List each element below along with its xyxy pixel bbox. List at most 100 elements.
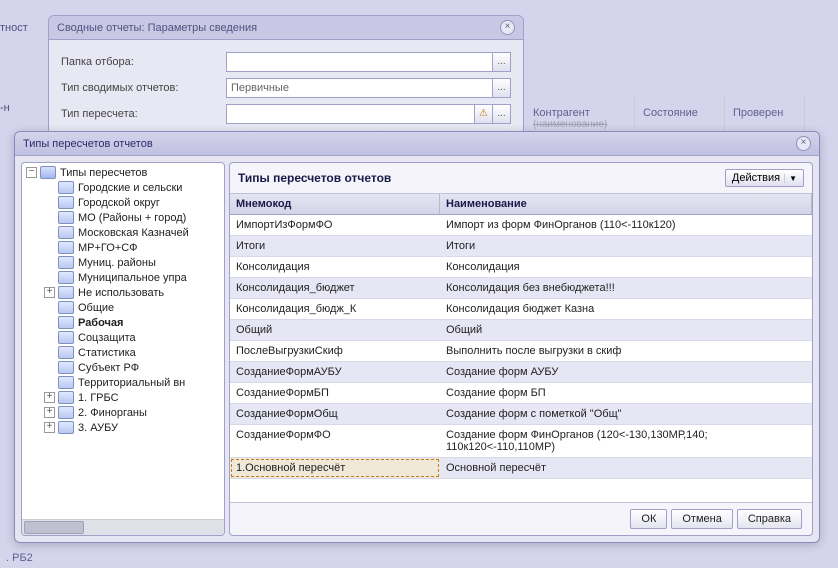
table-row[interactable]: СозданиеФормБПСоздание форм БП — [230, 383, 812, 404]
expand-icon[interactable]: + — [44, 392, 55, 403]
grid-panel: Типы пересчетов отчетов Действия ▼ Мнемо… — [229, 162, 813, 536]
folder-icon — [58, 331, 74, 344]
tree-item-label: Статистика — [78, 347, 136, 359]
report-type-label: Тип сводимых отчетов: — [61, 82, 226, 94]
params-window-title: Сводные отчеты: Параметры сведения — [57, 22, 257, 34]
folder-icon — [58, 196, 74, 209]
tree-item[interactable]: Субъект РФ — [22, 360, 224, 375]
cell-name: Итоги — [440, 236, 812, 256]
cell-mnemocode: ПослеВыгрузкиСкиф — [230, 341, 440, 361]
table-row[interactable]: Консолидация_бюджетКонсолидация без внеб… — [230, 278, 812, 299]
tree-item[interactable]: Московская Казначей — [22, 225, 224, 240]
recalc-picker-button[interactable]: ... — [493, 104, 511, 124]
cancel-button[interactable]: Отмена — [671, 509, 732, 529]
tree-item-label: Субъект РФ — [78, 362, 139, 374]
folder-icon — [40, 166, 56, 179]
table-row[interactable]: ПослеВыгрузкиСкифВыполнить после выгрузк… — [230, 341, 812, 362]
folder-icon — [58, 241, 74, 254]
cell-name: Выполнить после выгрузки в скиф — [440, 341, 812, 361]
folder-picker-button[interactable]: ... — [493, 52, 511, 72]
recalc-type-label: Тип пересчета: — [61, 108, 226, 120]
tree-item-label: Городские и сельски — [78, 182, 182, 194]
warning-icon[interactable]: ⚠ — [475, 104, 493, 124]
folder-icon — [58, 181, 74, 194]
cell-mnemocode: Консолидация — [230, 257, 440, 277]
folder-icon — [58, 346, 74, 359]
cell-mnemocode: ИмпортИзФормФО — [230, 215, 440, 235]
tree-item-label: Территориальный вн — [78, 377, 185, 389]
expand-icon[interactable]: + — [44, 422, 55, 433]
folder-icon — [58, 391, 74, 404]
bottom-fragment: . РБ2 — [6, 552, 33, 564]
expand-icon[interactable]: + — [44, 287, 55, 298]
folder-icon — [58, 256, 74, 269]
table-row[interactable]: СозданиеФормФОСоздание форм ФинОрганов (… — [230, 425, 812, 458]
table-row[interactable]: 1.Основной пересчётОсновной пересчёт — [230, 458, 812, 479]
folder-icon — [58, 406, 74, 419]
table-row[interactable]: КонсолидацияКонсолидация — [230, 257, 812, 278]
folder-icon — [58, 226, 74, 239]
close-icon[interactable]: × — [500, 20, 515, 35]
tree-item[interactable]: +2. Финорганы — [22, 405, 224, 420]
cell-mnemocode: СозданиеФормБП — [230, 383, 440, 403]
table-row[interactable]: ОбщийОбщий — [230, 320, 812, 341]
tree-item[interactable]: Муниципальное упра — [22, 270, 224, 285]
cell-mnemocode: Итоги — [230, 236, 440, 256]
folder-label: Папка отбора: — [61, 56, 226, 68]
tree-root[interactable]: − Типы пересчетов — [22, 165, 224, 180]
table-row[interactable]: СозданиеФормОбщСоздание форм с пометкой … — [230, 404, 812, 425]
folder-icon — [58, 361, 74, 374]
tree-item[interactable]: +1. ГРБС — [22, 390, 224, 405]
folder-input[interactable] — [226, 52, 493, 72]
tree-panel: − Типы пересчетов Городские и сельскиГор… — [21, 162, 225, 536]
folder-icon — [58, 316, 74, 329]
tree-item-label: 3. АУБУ — [78, 422, 118, 434]
column-mnemocode[interactable]: Мнемокод — [230, 194, 440, 214]
cell-name: Создание форм ФинОрганов (120<-130,130МР… — [440, 425, 812, 457]
tree-item-label: Муниц. районы — [78, 257, 156, 269]
close-icon[interactable]: × — [796, 136, 811, 151]
tree-item[interactable]: Статистика — [22, 345, 224, 360]
tree-item[interactable]: Рабочая — [22, 315, 224, 330]
table-row[interactable]: ИмпортИзФормФОИмпорт из форм ФинОрганов … — [230, 215, 812, 236]
folder-icon — [58, 376, 74, 389]
expand-icon[interactable]: + — [44, 407, 55, 418]
tree-item[interactable]: МР+ГО+СФ — [22, 240, 224, 255]
tree-item[interactable]: Территориальный вн — [22, 375, 224, 390]
tree-item-label: Общие — [78, 302, 114, 314]
tree-item[interactable]: +3. АУБУ — [22, 420, 224, 435]
recalc-types-dialog: Типы пересчетов отчетов × − Типы пересче… — [14, 131, 820, 543]
tree-item[interactable]: Городские и сельски — [22, 180, 224, 195]
horizontal-scrollbar[interactable] — [22, 519, 224, 535]
help-button[interactable]: Справка — [737, 509, 802, 529]
report-type-input[interactable] — [226, 78, 493, 98]
tree-item-label: Московская Казначей — [78, 227, 189, 239]
cell-mnemocode: Консолидация_бюджет — [230, 278, 440, 298]
cell-name: Консолидация — [440, 257, 812, 277]
tree-item-label: 1. ГРБС — [78, 392, 119, 404]
table-row[interactable]: Консолидация_бюдж_ККонсолидация бюджет К… — [230, 299, 812, 320]
actions-button[interactable]: Действия ▼ — [725, 169, 804, 187]
tree-item[interactable]: Соцзащита — [22, 330, 224, 345]
tree-item[interactable]: МО (Районы + город) — [22, 210, 224, 225]
tree-item-label: МО (Районы + город) — [78, 212, 186, 224]
table-row[interactable]: ИтогиИтоги — [230, 236, 812, 257]
ok-button[interactable]: ОК — [630, 509, 667, 529]
collapse-icon[interactable]: − — [26, 167, 37, 178]
cell-name: Общий — [440, 320, 812, 340]
tree-item[interactable]: Общие — [22, 300, 224, 315]
folder-icon — [58, 286, 74, 299]
tree-item[interactable]: +Не использовать — [22, 285, 224, 300]
tree-item-label: Муниципальное упра — [78, 272, 187, 284]
column-name[interactable]: Наименование — [440, 194, 812, 214]
cell-name: Консолидация бюджет Казна — [440, 299, 812, 319]
tree-item[interactable]: Городской округ — [22, 195, 224, 210]
folder-icon — [58, 211, 74, 224]
cell-mnemocode: СозданиеФормОбщ — [230, 404, 440, 424]
table-row[interactable]: СозданиеФормАУБУСоздание форм АУБУ — [230, 362, 812, 383]
tree-item[interactable]: Муниц. районы — [22, 255, 224, 270]
report-type-picker-button[interactable]: ... — [493, 78, 511, 98]
folder-icon — [58, 301, 74, 314]
recalc-type-input[interactable] — [226, 104, 475, 124]
cell-mnemocode: Общий — [230, 320, 440, 340]
